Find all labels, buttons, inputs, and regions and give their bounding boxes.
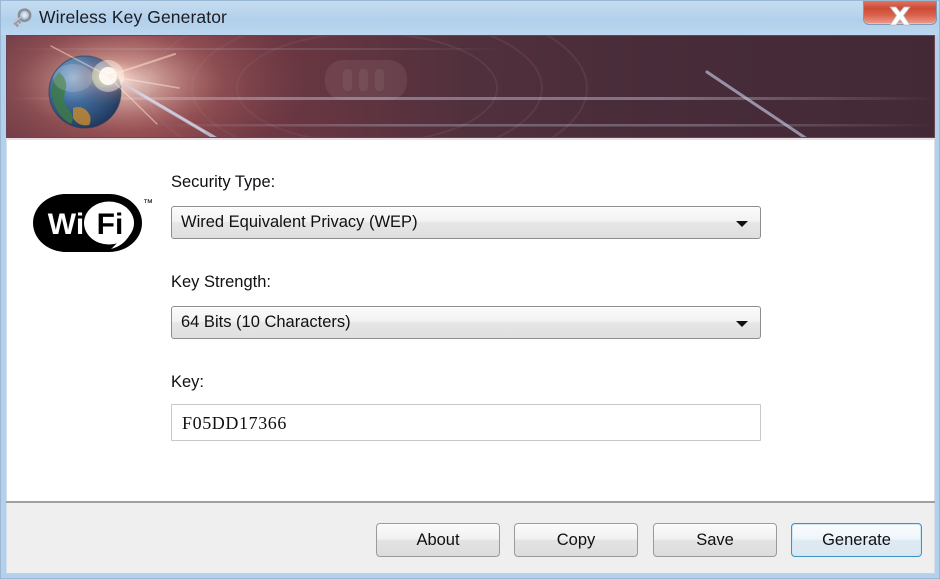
- generate-button[interactable]: Generate: [791, 523, 922, 557]
- close-icon: [889, 6, 911, 26]
- window-title: Wireless Key Generator: [39, 7, 227, 27]
- wifi-text-left: Wi: [48, 208, 84, 241]
- chevron-down-icon: [736, 321, 748, 327]
- close-button[interactable]: [863, 1, 937, 26]
- key-input[interactable]: F05DD17366: [171, 404, 761, 441]
- header-banner: [6, 35, 935, 138]
- key-label: Key:: [171, 373, 205, 391]
- copy-button[interactable]: Copy: [514, 523, 638, 557]
- application-window: Wireless Key Generator Wi Fi ™ Security …: [0, 0, 940, 579]
- key-strength-dropdown[interactable]: 64 Bits (10 Characters): [171, 306, 761, 339]
- security-type-label: Security Type:: [171, 173, 276, 191]
- key-strength-value: 64 Bits (10 Characters): [181, 313, 351, 331]
- banner-graphic: [7, 36, 934, 137]
- about-button[interactable]: About: [376, 523, 500, 557]
- trademark-symbol: ™: [143, 198, 153, 209]
- title-bar: Wireless Key Generator: [1, 1, 939, 35]
- key-value: F05DD17366: [182, 413, 288, 433]
- chevron-down-icon: [736, 221, 748, 227]
- wifi-logo-mark: Wi Fi ™: [33, 194, 153, 252]
- security-type-dropdown[interactable]: Wired Equivalent Privacy (WEP): [171, 206, 761, 239]
- wifi-logo: Wi Fi ™: [33, 186, 157, 260]
- key-strength-label: Key Strength:: [171, 273, 271, 291]
- security-type-value: Wired Equivalent Privacy (WEP): [181, 213, 418, 231]
- save-button[interactable]: Save: [653, 523, 777, 557]
- key-icon: [8, 5, 34, 31]
- wifi-text-right: Fi: [97, 208, 124, 241]
